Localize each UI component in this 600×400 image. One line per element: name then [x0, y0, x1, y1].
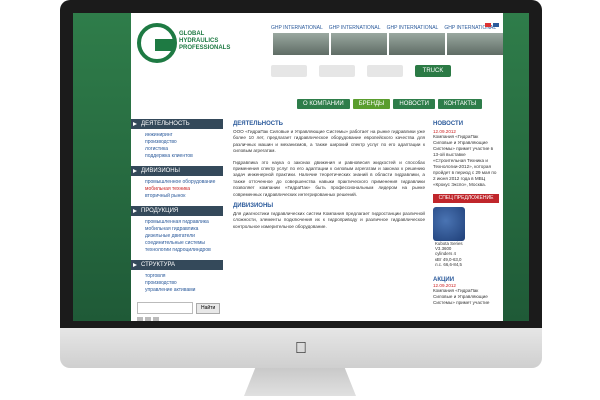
paragraph: Для диагностики гидравлических систем Ко…: [233, 211, 425, 229]
sidebar-section-title[interactable]: ДЕЯТЕЛЬНОСТЬ: [131, 119, 223, 129]
logo-icon[interactable]: [137, 23, 177, 63]
news-text[interactable]: Компания «ГидраПак Силовые и Управляющие…: [433, 134, 499, 188]
sidebar-link[interactable]: промышленная гидравлика: [131, 219, 223, 226]
sidebar-link[interactable]: управление активами: [131, 287, 223, 294]
sidebar-link[interactable]: промышленное оборудование: [131, 179, 223, 186]
logo-line: PROFESSIONALS: [179, 45, 231, 51]
engine-image[interactable]: [433, 207, 465, 241]
top-link[interactable]: GHP INTERNATIONAL: [271, 25, 323, 31]
brand-logo[interactable]: [367, 65, 403, 77]
logo-line: GLOBAL: [179, 31, 205, 37]
sidebar-section-title[interactable]: ДИВИЗИОНЫ: [131, 166, 223, 176]
sidebar-link[interactable]: соединительные системы: [131, 240, 223, 247]
engine-info: Kubota Series V3.3600 cylinders 4 кВт 49…: [435, 241, 465, 267]
nav-brands[interactable]: БРЕНДЫ: [352, 99, 391, 109]
flag-en-icon[interactable]: [493, 23, 499, 27]
sidebar-link[interactable]: логистика: [131, 146, 223, 153]
photo: [447, 33, 503, 55]
logo-line: HYDRAULICS: [179, 38, 219, 44]
mail-icon[interactable]: [145, 317, 151, 321]
logo-text: GLOBAL HYDRAULICS PROFESSIONALS: [179, 31, 230, 52]
special-offer-badge[interactable]: СПЕЦ ПРЕДЛОЖЕНИЕ: [433, 194, 499, 203]
engine-spec: л.с. 66,6-84,5: [435, 261, 462, 267]
action-text[interactable]: Компания «ГидраПак Силовые и Управляющие…: [433, 288, 499, 306]
screen: GLOBAL HYDRAULICS PROFESSIONALS GHP INTE…: [73, 13, 529, 321]
header-photos: [273, 33, 503, 55]
section-title: ДИВИЗИОНЫ: [233, 203, 274, 210]
top-link[interactable]: GHP INTERNATIONAL: [329, 25, 381, 31]
nav-news[interactable]: НОВОСТИ: [393, 99, 435, 109]
apple-logo-icon: : [293, 340, 309, 358]
sitemap-icon[interactable]: [153, 317, 159, 321]
share-icons: [137, 317, 223, 321]
imac-frame:  GLOBAL HYDRAULICS PROFESSIONALS GHP IN…: [0, 0, 600, 400]
sidebar-link[interactable]: дизельные двигатели: [131, 233, 223, 240]
flag-ru-icon[interactable]: [485, 23, 491, 27]
photo: [389, 33, 445, 55]
website: GLOBAL HYDRAULICS PROFESSIONALS GHP INTE…: [131, 13, 503, 321]
sidebar-section-title[interactable]: СТРУКТУРА: [131, 260, 223, 270]
main-nav: О КОМПАНИИ БРЕНДЫ НОВОСТИ КОНТАКТЫ: [297, 99, 483, 109]
sidebar-link[interactable]: инжиниринг: [131, 132, 223, 139]
section-title: ДЕЯТЕЛЬНОСТЬ: [233, 121, 283, 127]
sidebar-link[interactable]: мобильная гидравлика: [131, 226, 223, 233]
main-content: ДЕЯТЕЛЬНОСТЬ ООО «ГидраПак Силовые и Упр…: [233, 121, 425, 235]
top-links: GHP INTERNATIONAL GHP INTERNATIONAL GHP …: [271, 25, 503, 31]
green-background-left: [73, 13, 131, 321]
language-flags: [485, 23, 499, 27]
search-input[interactable]: [137, 302, 193, 314]
paragraph: Гидравлика это наука о законах движения …: [233, 159, 425, 197]
sidebar-link[interactable]: поддержка клиентов: [131, 153, 223, 160]
sidebar-link[interactable]: производство: [131, 280, 223, 287]
sidebar-link[interactable]: торговля: [131, 273, 223, 280]
brand-logo[interactable]: [319, 65, 355, 77]
home-icon[interactable]: [137, 317, 143, 321]
sidebar-link[interactable]: вторичный рынок: [131, 193, 223, 200]
sidebar-link[interactable]: технологии гидроцилиндров: [131, 247, 223, 254]
search-button[interactable]: Найти: [196, 302, 221, 314]
right-column: НОВОСТИ 12.09.2012 Компания «ГидраПак Си…: [433, 121, 499, 306]
brand-logo[interactable]: [271, 65, 307, 77]
sidebar-link-active[interactable]: мобильная техника: [131, 186, 223, 193]
photo: [273, 33, 329, 55]
news-title: НОВОСТИ: [433, 121, 464, 127]
monitor-stand: [244, 368, 356, 396]
photo: [331, 33, 387, 55]
engine-spec: Kubota Series V3.3600: [435, 241, 463, 252]
sidebar: ДЕЯТЕЛЬНОСТЬ инжиниринг производство лог…: [131, 113, 223, 321]
nav-about[interactable]: О КОМПАНИИ: [297, 99, 350, 109]
sidebar-link[interactable]: производство: [131, 139, 223, 146]
top-link[interactable]: GHP INTERNATIONAL: [387, 25, 439, 31]
paragraph: ООО «ГидраПак Силовые и Управляющие Сист…: [233, 129, 425, 154]
nav-contacts[interactable]: КОНТАКТЫ: [437, 99, 483, 109]
green-background-right: [503, 13, 529, 321]
truck-hydra-logo[interactable]: TRUCK HYDRA: [415, 65, 451, 86]
special-offer[interactable]: Kubota Series V3.3600 cylinders 4 кВт 49…: [433, 207, 499, 271]
search-box: Найти: [137, 302, 223, 314]
brand-logos: TRUCK HYDRA: [271, 61, 503, 86]
site-header: GLOBAL HYDRAULICS PROFESSIONALS GHP INTE…: [131, 13, 503, 99]
sidebar-section-title[interactable]: ПРОДУКЦИЯ: [131, 206, 223, 216]
